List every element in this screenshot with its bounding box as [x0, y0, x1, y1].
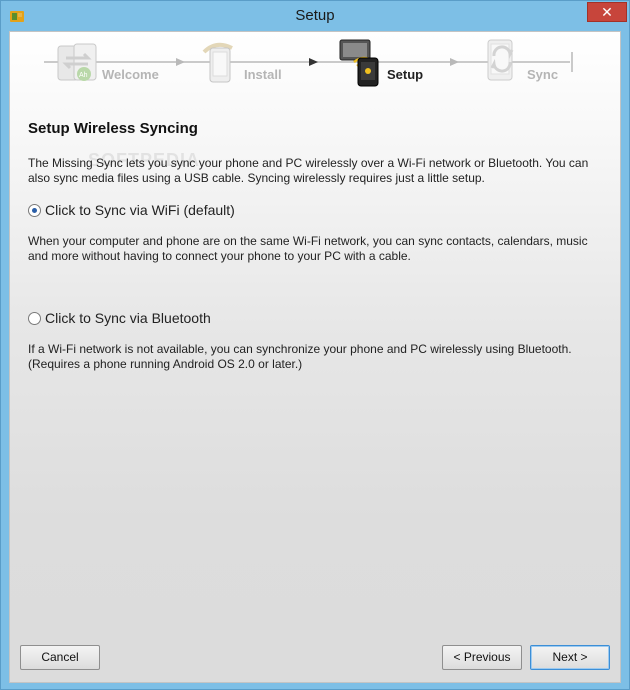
close-icon: ✕ — [601, 4, 613, 20]
cancel-button[interactable]: Cancel — [20, 645, 100, 670]
step-welcome: Welcome — [102, 67, 159, 82]
intro-text: The Missing Sync lets you sync your phon… — [28, 156, 589, 185]
step-sync: Sync — [527, 67, 559, 82]
bluetooth-option[interactable]: Click to Sync via Bluetooth — [28, 309, 211, 327]
page-heading: Setup Wireless Syncing — [28, 120, 198, 137]
step-install: Install — [244, 67, 282, 82]
step-setup: Setup — [387, 67, 424, 82]
wireless-setup-icon — [339, 39, 379, 87]
bluetooth-radio-label[interactable]: Click to Sync via Bluetooth — [45, 310, 211, 326]
title-bar[interactable]: Setup ✕ — [1, 1, 629, 31]
wizard-content: Ah Welcome Install Setup Sync Setup Wire… — [9, 31, 621, 683]
wifi-description: When your computer and phone are on the … — [28, 234, 588, 263]
bluetooth-description: If a Wi-Fi network is not available, you… — [28, 342, 572, 371]
close-button[interactable]: ✕ — [587, 2, 627, 22]
wifi-radio[interactable] — [28, 203, 41, 217]
wifi-option[interactable]: Click to Sync via WiFi (default) — [28, 201, 235, 219]
window-title: Setup — [295, 7, 335, 24]
next-button[interactable]: Next > — [530, 645, 610, 670]
sync-phone-icon — [487, 39, 514, 81]
install-phone-icon — [202, 42, 233, 83]
svg-text:Ah: Ah — [79, 72, 88, 79]
setup-window: Setup ✕ Ah Welcome Install Setup Sync Se… — [0, 0, 630, 690]
welcome-phone-icon: Ah — [57, 43, 97, 81]
previous-button[interactable]: < Previous — [442, 645, 522, 670]
step-progress: Ah Welcome Install Setup Sync — [10, 32, 622, 94]
bluetooth-radio[interactable] — [28, 311, 41, 325]
wifi-radio-label[interactable]: Click to Sync via WiFi (default) — [45, 202, 235, 218]
